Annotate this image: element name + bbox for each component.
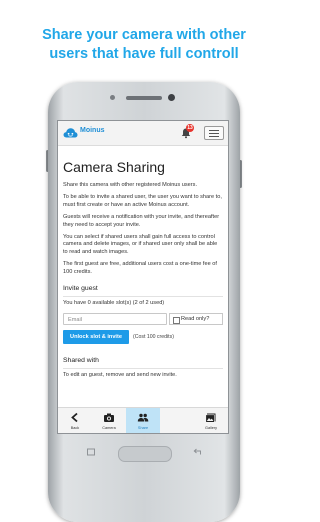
recent-apps-key-icon	[87, 448, 95, 456]
divider	[63, 368, 223, 370]
divider	[63, 296, 223, 298]
page-title: Camera Sharing	[63, 159, 165, 175]
gallery-icon	[205, 413, 216, 423]
nav-item-share[interactable]: Share	[126, 408, 160, 433]
invite-section-title: Invite guest	[63, 285, 98, 293]
bottom-navigation: Back Camera Share Gallery	[58, 407, 228, 433]
nav-item-camera[interactable]: Camera	[92, 408, 126, 433]
menu-line	[209, 133, 219, 134]
invite-form-row: Email Read only?	[63, 313, 223, 327]
phone-screen: Moinus 13 Camera Sharing Share this came…	[57, 120, 229, 434]
share-users-icon	[137, 413, 149, 422]
email-input[interactable]: Email	[63, 313, 167, 326]
cloud-logo-icon	[63, 128, 78, 138]
shared-with-title: Shared with	[63, 357, 99, 365]
nav-label-gallery: Gallery	[204, 426, 218, 430]
app-header: Moinus 13	[58, 121, 228, 146]
access-level-paragraph: You can select if shared users shall gai…	[63, 234, 218, 255]
account-requirement-paragraph: To be able to invite a shared user, the …	[63, 194, 222, 208]
app-logo-text: Moinus	[80, 127, 105, 134]
phone-home-button	[118, 446, 172, 462]
notification-paragraph: Guests will receive a notification with …	[63, 214, 220, 228]
intro-paragraph: Share this camera with other registered …	[63, 182, 197, 188]
hamburger-menu-button[interactable]	[204, 126, 224, 140]
available-slots-text: You have 0 available slot(s) (2 of 2 use…	[63, 300, 165, 307]
read-only-label: Read only?	[181, 316, 210, 323]
headline-line-2: users that have full controll	[49, 46, 239, 62]
nav-label-share: Share	[137, 426, 149, 430]
menu-line	[209, 136, 219, 137]
nav-label-camera: Camera	[102, 426, 116, 430]
headline-line-1: Share your camera with other	[42, 27, 246, 43]
camera-icon	[104, 413, 114, 422]
invite-button-row: Unlock slot & invite (Cost 100 credits)	[63, 330, 223, 346]
nav-item-back[interactable]: Back	[58, 408, 92, 433]
shared-with-text: To edit an guest, remove and send new in…	[63, 372, 177, 379]
pricing-paragraph: The first guest are free, additional use…	[63, 261, 217, 275]
menu-line	[209, 130, 219, 131]
nav-item-gallery[interactable]: Gallery	[194, 408, 228, 433]
page-content: Camera Sharing Share this camera with ot…	[63, 145, 223, 379]
notification-count-badge: 13	[186, 124, 194, 132]
unlock-slot-invite-button[interactable]: Unlock slot & invite	[63, 330, 129, 345]
nav-label-back: Back	[70, 426, 80, 430]
back-key-icon	[193, 448, 201, 455]
phone-speaker	[126, 96, 162, 100]
phone-front-camera	[168, 94, 175, 101]
back-icon	[71, 412, 78, 423]
cost-text: (Cost 100 credits)	[133, 334, 174, 341]
promo-headline: Share your camera with other users that …	[0, 26, 288, 64]
read-only-checkbox[interactable]	[173, 317, 180, 325]
phone-sensor	[110, 95, 115, 100]
read-only-toggle[interactable]: Read only?	[169, 313, 223, 326]
